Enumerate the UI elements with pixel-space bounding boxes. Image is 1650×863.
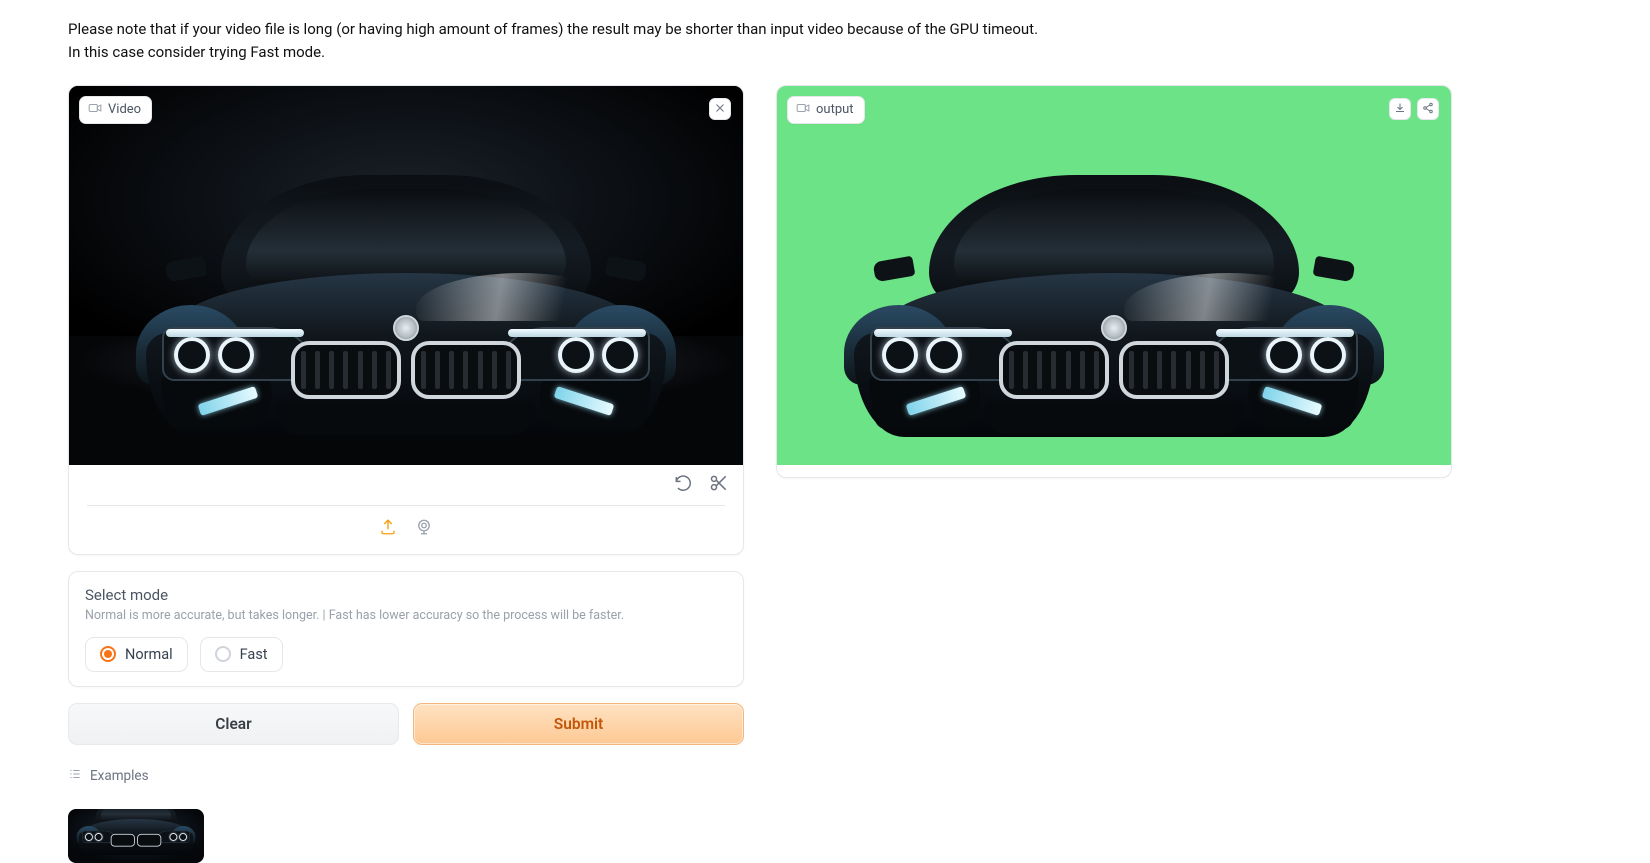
mode-option-fast[interactable]: Fast [200,637,283,672]
mode-select-description: Normal is more accurate, but takes longe… [85,608,727,623]
mode-option-normal[interactable]: Normal [85,637,188,672]
submit-button[interactable]: Submit [413,703,744,745]
mode-select-title: Select mode [85,586,727,604]
scissors-icon [709,478,729,497]
mode-option-fast-label: Fast [240,646,268,663]
video-preview-area[interactable]: Video [69,86,743,465]
output-preview-area[interactable]: output [777,86,1451,465]
clear-video-button[interactable] [709,98,731,120]
webcam-icon [415,521,433,540]
video-input-label: Video [79,96,152,124]
video-output-panel: output [776,85,1452,478]
video-output-label-text: output [816,102,854,117]
intro-text: Please note that if your video file is l… [68,18,1582,65]
examples-header[interactable]: Examples [68,767,744,785]
clear-button[interactable]: Clear [68,703,399,745]
examples-label: Examples [90,768,149,784]
video-input-label-text: Video [108,102,141,117]
input-car-render [69,86,743,465]
video-input-panel: Video [68,85,744,555]
intro-line-1: Please note that if your video file is l… [68,18,1582,41]
video-icon [796,101,810,119]
close-icon [714,99,726,118]
download-icon [1394,99,1406,118]
video-output-label: output [787,96,865,124]
upload-button[interactable] [379,518,397,540]
video-icon [88,101,102,119]
action-button-row: Clear Submit [68,703,744,745]
video-source-toolbar [69,506,743,554]
intro-line-2: In this case consider trying Fast mode. [68,41,1582,64]
example-thumbnail[interactable] [68,809,204,863]
radio-indicator [215,646,231,662]
upload-icon [379,521,397,540]
download-output-button[interactable] [1389,98,1411,120]
list-icon [68,767,82,785]
undo-button[interactable] [673,473,693,497]
undo-icon [673,478,693,497]
webcam-button[interactable] [415,518,433,540]
radio-indicator [100,646,116,662]
mode-option-normal-label: Normal [125,646,173,663]
share-icon [1422,99,1434,118]
output-car-render [777,86,1451,465]
share-output-button[interactable] [1417,98,1439,120]
trim-button[interactable] [709,473,729,497]
mode-select-panel: Select mode Normal is more accurate, but… [68,571,744,687]
video-edit-toolbar [69,465,743,505]
